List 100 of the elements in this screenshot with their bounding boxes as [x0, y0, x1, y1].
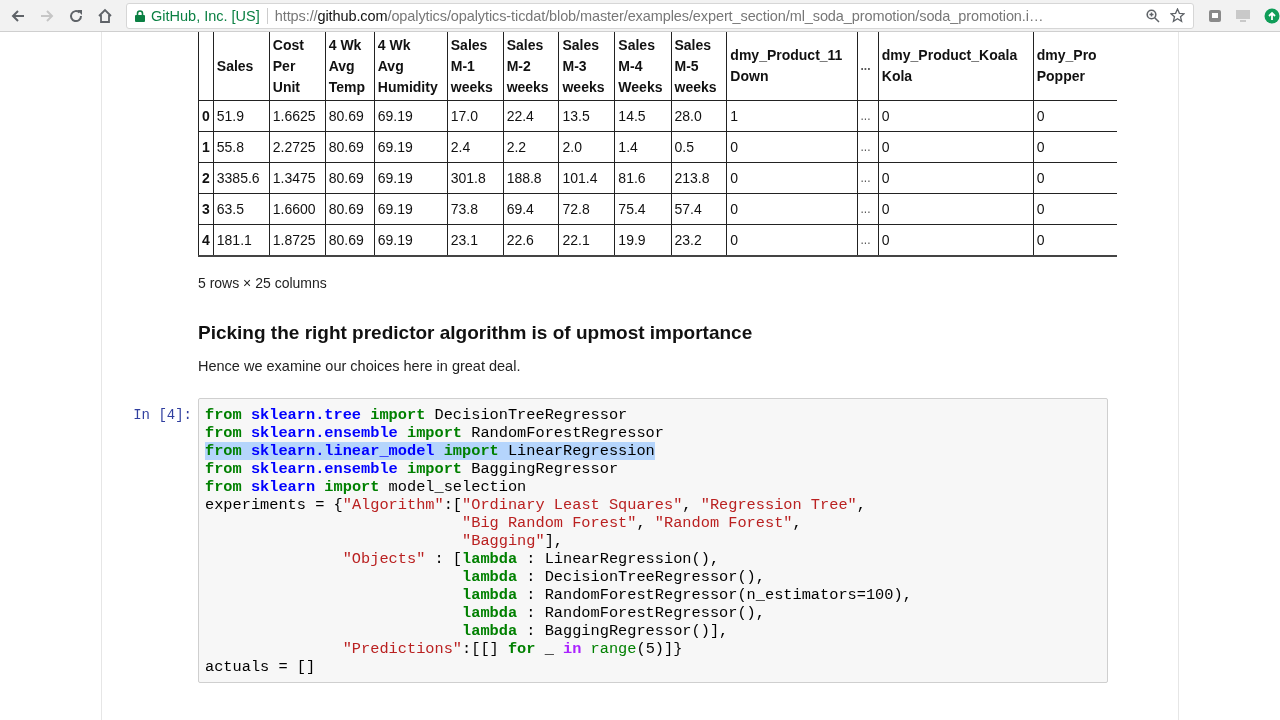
table-cell: 19.9	[614, 224, 671, 256]
table-cell: 0	[1033, 162, 1117, 194]
column-header: 4 Wk Avg Humidity	[374, 32, 448, 101]
zoom-icon[interactable]	[1146, 8, 1160, 23]
reload-icon[interactable]	[68, 7, 84, 24]
input-prompt: In [4]:	[132, 405, 193, 425]
table-cell: 80.69	[325, 224, 375, 256]
back-icon[interactable]	[10, 7, 26, 24]
table-cell: 0	[878, 224, 1034, 256]
table-cell: 1	[726, 100, 857, 132]
table-cell: 0	[878, 162, 1034, 194]
table-cell: 0	[726, 193, 857, 225]
star-icon[interactable]	[1170, 8, 1185, 23]
code-line: lambda : RandomForestRegressor(n_estimators=100),	[461, 585, 912, 604]
table-cell: ...	[857, 224, 879, 256]
table-cell: 80.69	[325, 131, 375, 163]
table-cell: 14.5	[614, 100, 671, 132]
row-index: 0	[198, 100, 214, 132]
table-cell: 0	[1033, 224, 1117, 256]
table-cell: 1.6625	[269, 100, 326, 132]
table-cell: 23.2	[671, 224, 727, 256]
home-icon[interactable]	[97, 7, 113, 24]
table-cell: 13.5	[559, 100, 615, 132]
table-cell: 0	[726, 131, 857, 163]
table-cell: 22.6	[503, 224, 559, 256]
table-cell: 188.8	[503, 162, 559, 194]
extension-icon[interactable]	[1208, 8, 1222, 23]
code-line: "Predictions":[[] for _ in range(5)]}	[341, 639, 683, 658]
column-header: 4 Wk Avg Temp	[325, 32, 375, 101]
code-line: experiments = {"Algorithm":["Ordinary Least Squares", "Regression Tree",	[205, 495, 866, 514]
table-cell: 301.8	[447, 162, 504, 194]
column-header: Sales M-2 weeks	[503, 32, 559, 101]
table-cell: 63.5	[213, 193, 270, 225]
table-cell: 3385.6	[213, 162, 270, 194]
table-cell: 75.4	[614, 193, 671, 225]
table-cell: 101.4	[559, 162, 615, 194]
column-header: Sales M-4 Weeks	[614, 32, 671, 101]
table-cell: 0	[1033, 131, 1117, 163]
lock-icon	[135, 9, 145, 22]
code-line: from sklearn.ensemble import RandomForestRegressor	[205, 423, 664, 442]
code-line: from sklearn import model_selection	[205, 477, 527, 496]
table-cell: 1.3475	[269, 162, 326, 194]
column-header: Sales	[213, 32, 270, 101]
row-index: 3	[198, 193, 214, 225]
url-text: https://github.com/opalytics/opalytics-ticdat/blob/master/examples/expert_section/ml_soda_promotion/soda_promotion.i…	[274, 7, 1045, 24]
code-line: lambda : DecisionTreeRegressor(),	[461, 567, 765, 586]
table-cell: ...	[857, 131, 879, 163]
code-line: "Big Random Forest", "Random Forest",	[461, 513, 802, 532]
table-cell: 69.19	[374, 224, 448, 256]
column-header: Sales M-3 weeks	[559, 32, 615, 101]
update-icon[interactable]	[1264, 7, 1280, 24]
section-heading: Picking the right predictor algorithm is of upmost importance	[198, 320, 754, 345]
table-cell: 1.8725	[269, 224, 326, 256]
table-cell: ...	[857, 162, 879, 194]
table-cell: 2.2725	[269, 131, 326, 163]
table-cell: 0	[878, 193, 1034, 225]
table-cell: 0.5	[671, 131, 727, 163]
table-cell: 181.1	[213, 224, 270, 256]
table-cell: 28.0	[671, 100, 727, 132]
table-cell: 0	[878, 100, 1034, 132]
address-bar[interactable]: GitHub, Inc. [US] https://github.com/opalytics/opalytics-ticdat/blob/master/examples/expert_section/ml_soda_promotion/soda_promotion.i…	[126, 2, 1194, 29]
table-cell: 0	[1033, 100, 1117, 132]
table-shape-note: 5 rows × 25 columns	[198, 274, 328, 291]
table-cell: 213.8	[671, 162, 727, 194]
table-cell: 2.0	[559, 131, 615, 163]
table-cell: 69.4	[503, 193, 559, 225]
code-line: "Objects" : [lambda : LinearRegression(),	[341, 549, 720, 568]
row-index: 4	[198, 224, 214, 256]
row-index: 1	[198, 131, 214, 163]
row-index: 2	[198, 162, 214, 194]
column-header: Cost Per Unit	[269, 32, 326, 101]
table-cell: 72.8	[559, 193, 615, 225]
site-identity: GitHub, Inc. [US]	[151, 7, 260, 24]
table-cell: 2.2	[503, 131, 559, 163]
code-line: "Bagging"],	[461, 531, 563, 550]
table-cell: 1.6600	[269, 193, 326, 225]
table-cell: 0	[878, 131, 1034, 163]
table-cell: 69.19	[374, 131, 448, 163]
table-cell: 22.1	[559, 224, 615, 256]
table-cell: 73.8	[447, 193, 504, 225]
table-cell: 55.8	[213, 131, 270, 163]
table-cell: ...	[857, 100, 879, 132]
table-cell: 17.0	[447, 100, 504, 132]
table-cell: 0	[1033, 193, 1117, 225]
column-header: Sales M-5 weeks	[671, 32, 727, 101]
table-cell: 69.19	[374, 162, 448, 194]
code-line: lambda : BaggingRegressor()],	[461, 621, 729, 640]
table-cell: 80.69	[325, 100, 375, 132]
paragraph: Hence we examine our choices here in great deal.	[198, 357, 522, 374]
column-header: dmy_Product_Koala Kola	[878, 32, 1034, 101]
table-cell: 80.69	[325, 162, 375, 194]
code-input[interactable]	[198, 397, 1108, 683]
code-line: from sklearn.tree import DecisionTreeRegressor	[205, 405, 628, 424]
table-cell: 0	[726, 224, 857, 256]
table-cell: 23.1	[447, 224, 504, 256]
code-line: lambda : RandomForestRegressor(),	[461, 603, 765, 622]
table-cell: 51.9	[213, 100, 270, 132]
column-header: Sales M-1 weeks	[447, 32, 504, 101]
column-header: ...	[857, 32, 879, 101]
column-header: dmy_Product_11 Down	[726, 32, 857, 101]
